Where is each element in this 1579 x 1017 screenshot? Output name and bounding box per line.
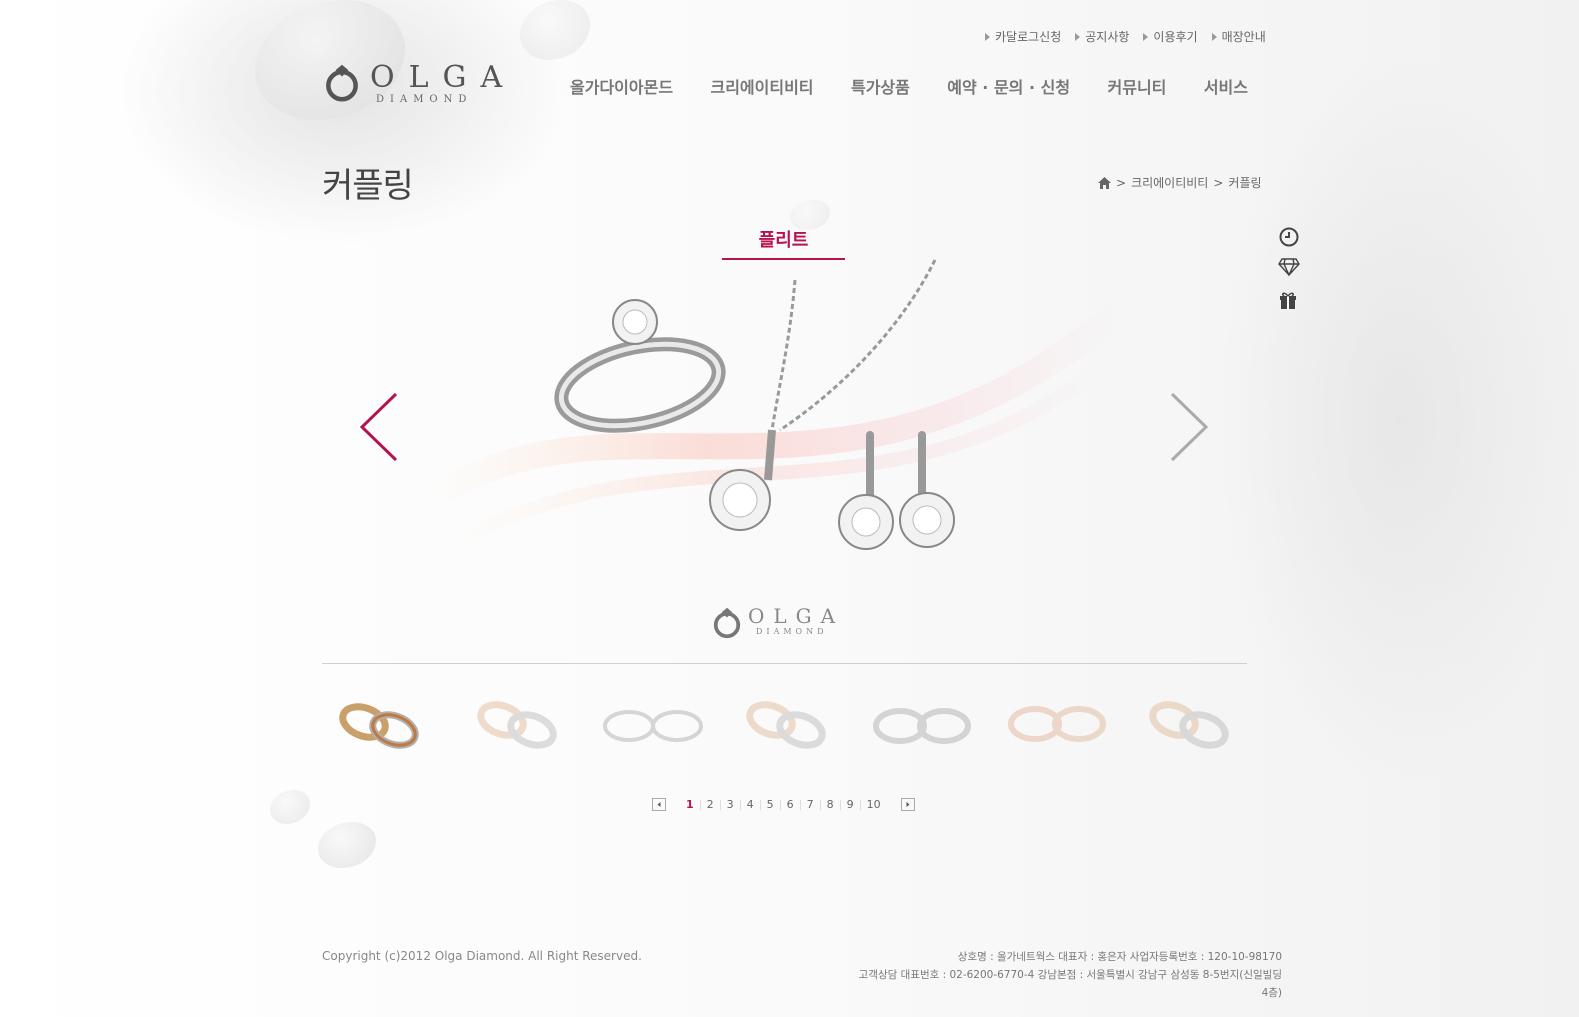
triangle-icon xyxy=(1075,32,1081,41)
page-number[interactable]: 4 xyxy=(741,799,761,810)
chevron-right-icon: > xyxy=(1213,175,1224,190)
nav-item-reservation[interactable]: 예약 · 문의 · 신청 xyxy=(947,74,1070,98)
company-line: 고객상담 대표번호 : 02-6200-6770-4 강남본점 : 서울특별시 … xyxy=(858,969,1282,999)
breadcrumb-level1[interactable]: 크리에이티비티 xyxy=(1131,174,1208,191)
ring-logo-icon xyxy=(326,64,358,102)
hero-logo: OLGA DIAMOND xyxy=(712,605,844,639)
page-number[interactable]: 8 xyxy=(821,799,841,810)
company-line: 상호명 : 올가네트웍스 대표자 : 홍은자 사업자등록번호 : 120-10-… xyxy=(957,951,1282,963)
nav-item-service[interactable]: 서비스 xyxy=(1204,74,1248,98)
next-page-button[interactable] xyxy=(900,798,915,811)
thumbnail-strip xyxy=(322,680,1247,760)
thumbnail-3[interactable] xyxy=(591,680,709,760)
copyright: Copyright (c)2012 Olga Diamond. All Righ… xyxy=(322,949,642,963)
ring-logo-icon xyxy=(713,607,741,639)
top-links: 카달로그신청 공지사항 이용후기 매장안내 xyxy=(985,28,1266,45)
page-number[interactable]: 3 xyxy=(721,799,741,810)
top-link-label: 매장안내 xyxy=(1221,30,1266,44)
triangle-icon xyxy=(1143,32,1149,41)
quick-menu xyxy=(1278,226,1304,310)
breadcrumb: > 크리에이티비티 > 커플링 xyxy=(1098,174,1262,191)
pagination: 1 2 3 4 5 6 7 8 9 10 xyxy=(652,798,915,811)
hero-logo-word: OLGA xyxy=(748,604,845,628)
petal-decoration xyxy=(270,790,310,824)
top-link-reviews[interactable]: 이용후기 xyxy=(1143,28,1198,45)
prev-arrow-icon[interactable] xyxy=(358,392,400,462)
petal-decoration xyxy=(520,0,590,60)
thumbnail-7[interactable] xyxy=(1129,680,1247,760)
page-number[interactable]: 2 xyxy=(701,799,721,810)
page-number[interactable]: 9 xyxy=(841,799,861,810)
main-nav: 올가다이아몬드 크리에이티비티 특가상품 예약 · 문의 · 신청 커뮤니티 서… xyxy=(570,74,1248,98)
thumbnail-2[interactable] xyxy=(457,680,575,760)
prev-page-button[interactable] xyxy=(652,798,666,811)
product-image xyxy=(554,259,955,550)
top-link-label: 이용후기 xyxy=(1153,30,1198,44)
thumbnail-1[interactable] xyxy=(322,680,440,760)
thumbnail-4[interactable] xyxy=(726,680,844,760)
thumbnail-5[interactable] xyxy=(860,680,978,760)
nav-item-special[interactable]: 특가상품 xyxy=(851,74,910,98)
chevron-right-icon: > xyxy=(1116,175,1127,190)
chevron-right-icon xyxy=(906,802,910,807)
diamond-icon[interactable] xyxy=(1278,258,1304,278)
top-link-catalog[interactable]: 카달로그신청 xyxy=(985,28,1061,45)
chevron-left-icon xyxy=(657,802,661,807)
logo[interactable]: OLGA DIAMOND xyxy=(322,62,516,105)
top-link-stores[interactable]: 매장안내 xyxy=(1211,28,1266,45)
page-number[interactable]: 10 xyxy=(861,799,887,810)
page-title: 커플링 xyxy=(322,166,414,206)
clock-icon[interactable] xyxy=(1278,226,1304,247)
top-link-notice[interactable]: 공지사항 xyxy=(1075,28,1129,45)
home-icon[interactable] xyxy=(1098,176,1111,189)
page-number[interactable]: 1 xyxy=(680,799,701,810)
page-number[interactable]: 6 xyxy=(781,799,801,810)
nav-item-community[interactable]: 커뮤니티 xyxy=(1108,74,1167,98)
company-info: 상호명 : 올가네트웍스 대표자 : 홍은자 사업자등록번호 : 120-10-… xyxy=(852,948,1282,1002)
hero-logo-sub: DIAMOND xyxy=(756,627,828,636)
breadcrumb-level2[interactable]: 커플링 xyxy=(1228,174,1261,191)
gift-icon[interactable] xyxy=(1278,290,1304,310)
divider xyxy=(322,663,1247,664)
logo-word: OLGA xyxy=(370,60,517,95)
page-number[interactable]: 5 xyxy=(761,799,781,810)
thumbnail-6[interactable] xyxy=(995,680,1113,760)
page-number[interactable]: 7 xyxy=(801,799,821,810)
nav-item-olga-diamond[interactable]: 올가다이아몬드 xyxy=(570,74,673,98)
logo-sub: DIAMOND xyxy=(376,94,473,105)
petal-decoration xyxy=(318,822,376,868)
next-arrow-icon[interactable] xyxy=(1168,392,1210,462)
nav-item-creativity[interactable]: 크리에이티비티 xyxy=(710,74,813,98)
triangle-icon xyxy=(1211,32,1217,41)
top-link-label: 카달로그신청 xyxy=(995,30,1062,44)
triangle-icon xyxy=(985,32,990,41)
top-link-label: 공지사항 xyxy=(1085,30,1130,44)
